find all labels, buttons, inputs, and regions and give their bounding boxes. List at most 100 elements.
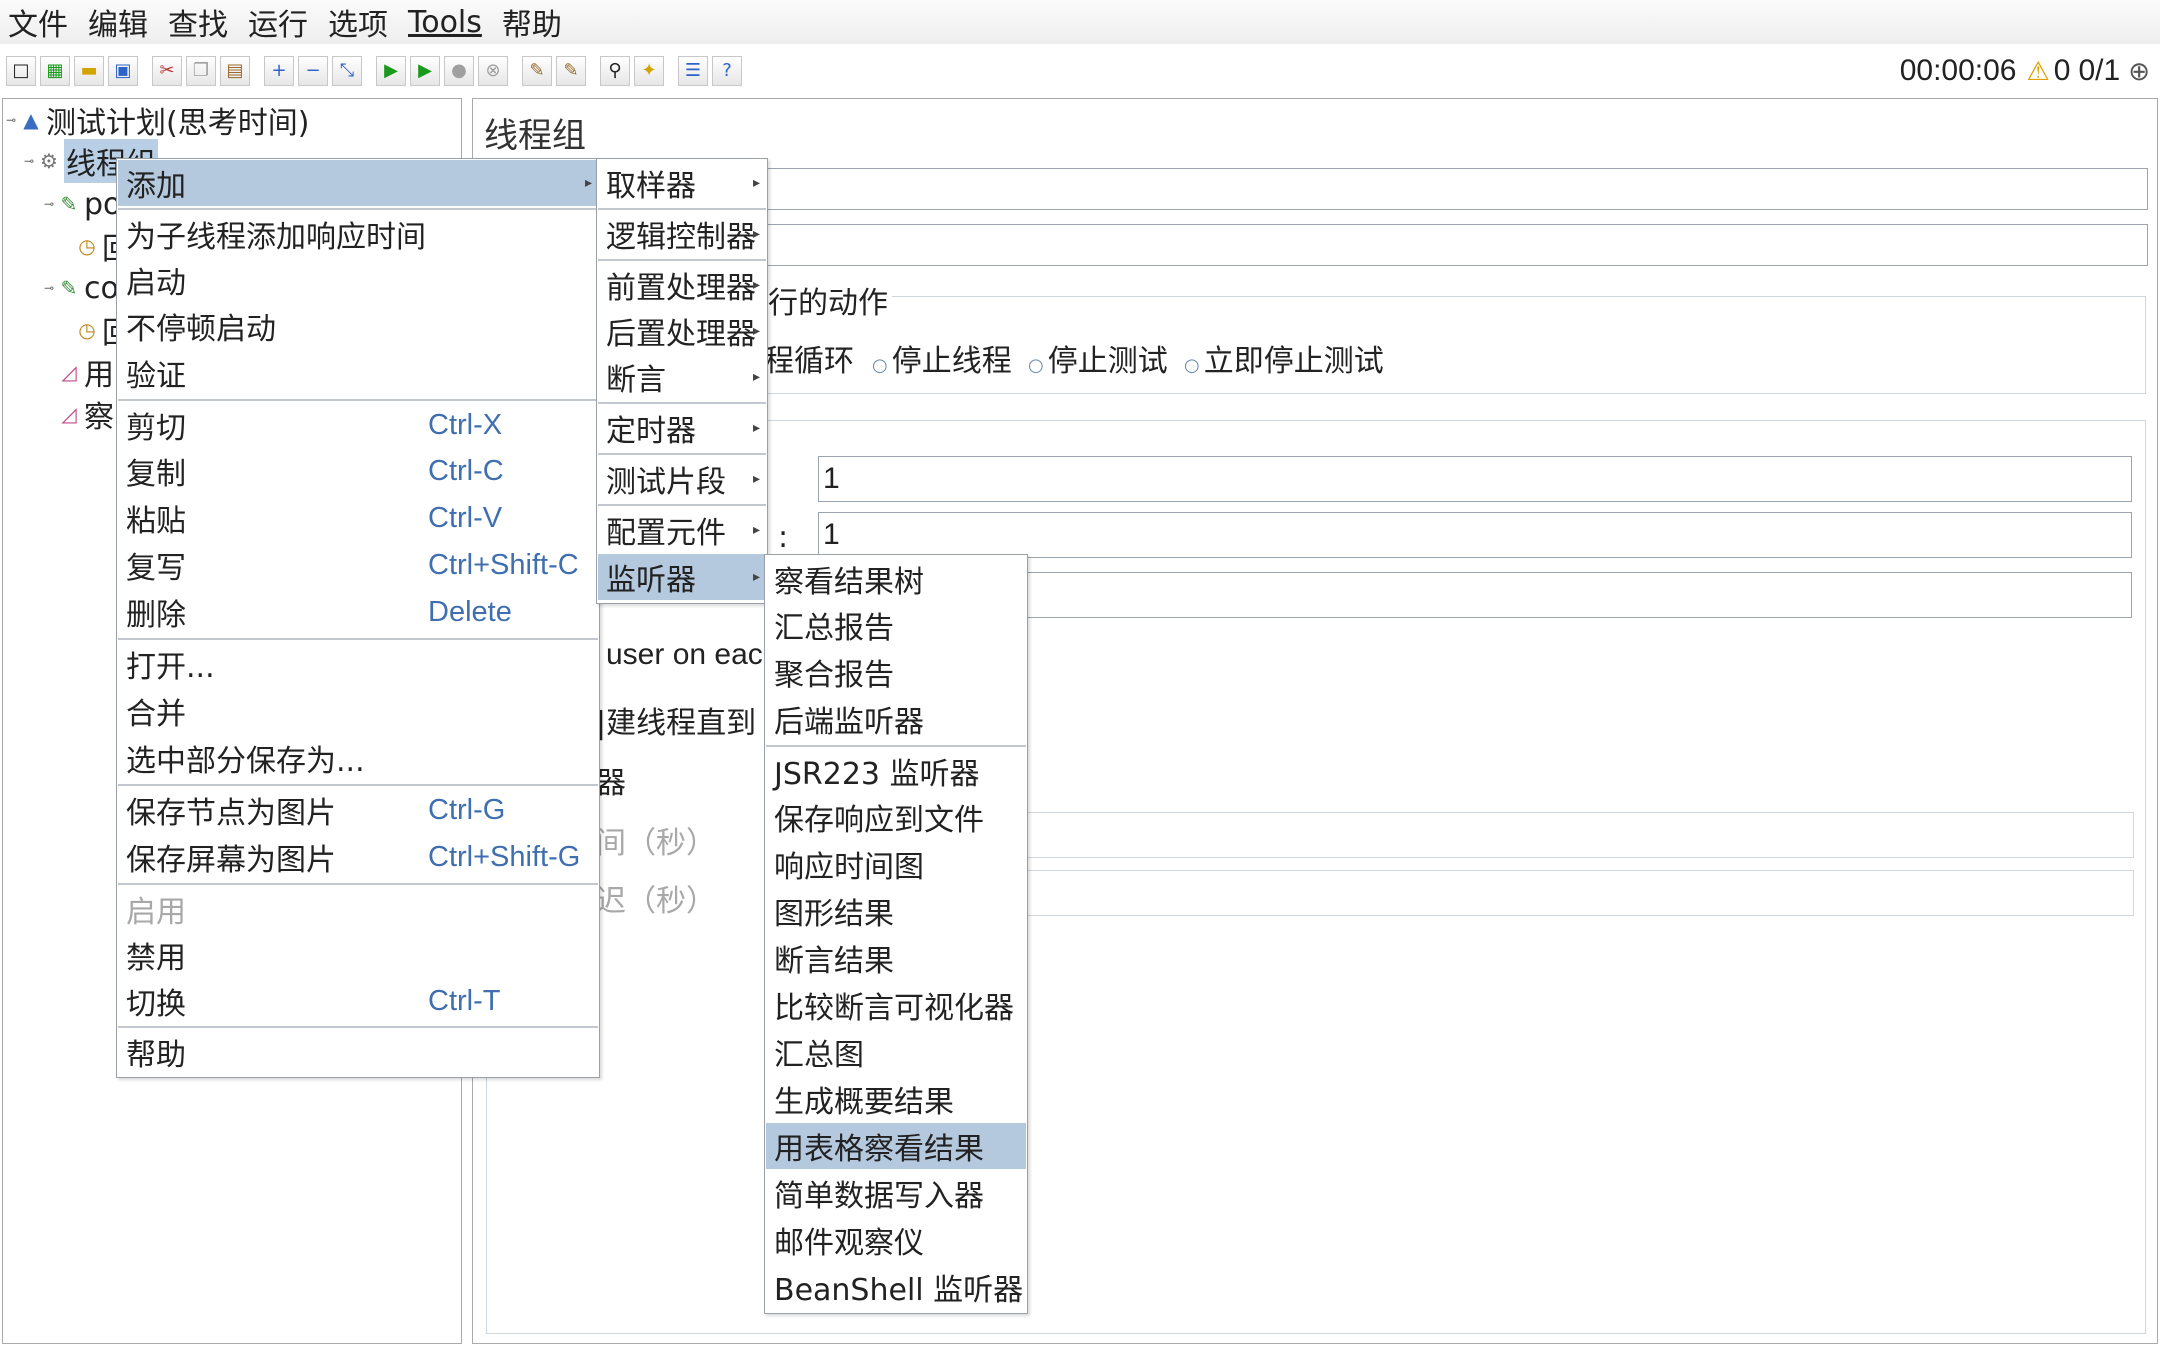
menu-item-view-results-table[interactable]: 用表格察看结果: [766, 1123, 1026, 1169]
menu-item-validate[interactable]: 验证: [118, 350, 598, 396]
menu-item-summary-graph[interactable]: 汇总图: [766, 1029, 1026, 1075]
duration-field[interactable]: [1024, 812, 2134, 858]
menu-tools[interactable]: Tools: [408, 5, 494, 40]
menu-item-sampler[interactable]: 取样器 ▸: [598, 160, 766, 206]
templates-icon[interactable]: ▦: [40, 56, 70, 86]
menu-item-pre-processor[interactable]: 前置处理器 ▸: [598, 262, 766, 308]
menu-item-start-no-pause[interactable]: 不停顿启动: [118, 303, 598, 349]
menu-item-copy[interactable]: 复制 Ctrl-C: [118, 448, 598, 494]
menu-item-aggregate-report[interactable]: 聚合报告: [766, 649, 1026, 695]
tree-node-test-plan[interactable]: ⊸ ▲ 测试计划(思考时间): [6, 100, 309, 141]
new-icon[interactable]: □: [6, 56, 36, 86]
tree-node-sampler-co[interactable]: ⊸ ✎ co: [44, 268, 119, 308]
menu-item-save-responses[interactable]: 保存响应到文件: [766, 794, 1026, 840]
toggle-icon[interactable]: ⤡: [332, 56, 362, 86]
menu-item-save-node-image[interactable]: 保存节点为图片 Ctrl-G: [118, 787, 598, 833]
menu-item-help[interactable]: 帮助: [118, 1029, 598, 1075]
startup-delay-field[interactable]: [1024, 870, 2134, 916]
menu-item-cut[interactable]: 剪切 Ctrl-X: [118, 402, 598, 448]
menu-item-merge[interactable]: 合并: [118, 688, 598, 734]
menu-item-open[interactable]: 打开...: [118, 641, 598, 687]
menu-item-shortcut: Ctrl+Shift-C: [428, 548, 579, 581]
search-icon[interactable]: ⚲: [600, 56, 630, 86]
menu-item-timer[interactable]: 定时器 ▸: [598, 405, 766, 451]
clear-all-icon[interactable]: ✎: [556, 56, 586, 86]
menu-item-summary-report[interactable]: 汇总报告: [766, 602, 1026, 648]
menu-item-disable[interactable]: 禁用: [118, 932, 598, 978]
same-user-checkbox-label[interactable]: user on eacl: [606, 638, 769, 672]
menu-item-post-processor[interactable]: 后置处理器 ▸: [598, 308, 766, 354]
open-icon[interactable]: ▬: [74, 56, 104, 86]
copy-icon[interactable]: ❐: [186, 56, 216, 86]
shutdown-icon[interactable]: ⊗: [478, 56, 508, 86]
menu-item-label: 选中部分保存为...: [126, 744, 365, 779]
menu-item-generate-summary-results[interactable]: 生成概要结果: [766, 1076, 1026, 1122]
loop-count-field[interactable]: [1024, 572, 2132, 618]
listener-icon: ◿: [61, 402, 77, 426]
menu-item-test-fragment[interactable]: 测试片段 ▸: [598, 456, 766, 502]
start-icon[interactable]: ▶: [376, 56, 406, 86]
paste-icon[interactable]: ▤: [220, 56, 250, 86]
menu-item-paste[interactable]: 粘贴 Ctrl-V: [118, 495, 598, 541]
name-field[interactable]: [752, 168, 2148, 210]
collapse-toggle-icon[interactable]: ⊸: [24, 154, 38, 168]
radio-stop-test[interactable]: ○ 停止测试: [1028, 336, 1168, 380]
clear-icon[interactable]: ✎: [522, 56, 552, 86]
menu-item-jsr223-listener[interactable]: JSR223 监听器: [766, 748, 1026, 794]
menu-item-add-think-time[interactable]: 为子线程添加响应时间: [118, 211, 598, 257]
start-no-pause-icon[interactable]: ▶: [410, 56, 440, 86]
radio-stop-thread[interactable]: ○ 停止线程: [872, 336, 1012, 380]
menu-item-start[interactable]: 启动: [118, 257, 598, 303]
stop-icon[interactable]: ●: [444, 56, 474, 86]
menu-item-comparison-assertion-visualizer[interactable]: 比较断言可视化器: [766, 982, 1026, 1028]
menu-options[interactable]: 选项: [328, 0, 400, 44]
save-icon[interactable]: ▣: [108, 56, 138, 86]
error-action-label: 行的动作: [764, 278, 892, 322]
radio-start-next-loop-label[interactable]: 程循环: [764, 336, 854, 380]
tree-node-listener-1[interactable]: ◿ 用: [58, 352, 114, 393]
delay-thread-creation-label[interactable]: |建线程直到: [596, 698, 756, 742]
menu-item-logic-controller[interactable]: 逻辑控制器 ▸: [598, 211, 766, 257]
menu-run[interactable]: 运行: [248, 0, 320, 44]
menu-item-assertion-results[interactable]: 断言结果: [766, 935, 1026, 981]
collapse-toggle-icon[interactable]: ⊸: [44, 281, 58, 295]
menu-item-assertion[interactable]: 断言 ▸: [598, 354, 766, 400]
comments-field[interactable]: [752, 224, 2148, 266]
scheduler-label[interactable]: 器: [596, 758, 626, 802]
menu-item-save-selection[interactable]: 选中部分保存为...: [118, 735, 598, 781]
ramp-up-field[interactable]: 1: [818, 512, 2132, 558]
collapse-icon[interactable]: −: [298, 56, 328, 86]
menu-edit[interactable]: 编辑: [88, 0, 160, 44]
menu-item-duplicate[interactable]: 复写 Ctrl+Shift-C: [118, 542, 598, 588]
reset-search-icon[interactable]: ✦: [634, 56, 664, 86]
menu-item-view-results-tree[interactable]: 察看结果树: [766, 556, 1026, 602]
menu-item-save-screen-image[interactable]: 保存屏幕为图片 Ctrl+Shift-G: [118, 834, 598, 880]
warning-icon[interactable]: ⚠: [2026, 56, 2049, 87]
number-of-threads-field[interactable]: 1: [818, 456, 2132, 502]
menu-item-listener[interactable]: 监听器 ▸: [598, 554, 766, 600]
cut-icon[interactable]: ✂: [152, 56, 182, 86]
function-helper-icon[interactable]: ☰: [678, 56, 708, 86]
menu-help[interactable]: 帮助: [502, 0, 574, 44]
listener-icon: ◿: [61, 360, 77, 384]
expand-icon[interactable]: +: [264, 56, 294, 86]
radio-stop-test-now[interactable]: ○ 立即停止测试: [1184, 336, 1384, 380]
menu-item-beanshell-listener[interactable]: BeanShell 监听器: [766, 1264, 1026, 1310]
menu-item-simple-data-writer[interactable]: 简单数据写入器: [766, 1170, 1026, 1216]
menu-item-add[interactable]: 添加 ▸: [118, 160, 598, 206]
menu-file[interactable]: 文件: [8, 0, 80, 44]
collapse-toggle-icon[interactable]: ⊸: [44, 197, 58, 211]
menu-item-response-time-graph[interactable]: 响应时间图: [766, 841, 1026, 887]
menu-item-delete[interactable]: 删除 Delete: [118, 589, 598, 635]
help-icon[interactable]: ?: [712, 56, 742, 86]
menu-item-graph-results[interactable]: 图形结果: [766, 888, 1026, 934]
menu-item-mailer-visualizer[interactable]: 邮件观察仪: [766, 1217, 1026, 1263]
menu-item-backend-listener[interactable]: 后端监听器: [766, 696, 1026, 742]
menu-item-toggle[interactable]: 切换 Ctrl-T: [118, 978, 598, 1024]
radio-icon: ○: [1028, 355, 1044, 376]
tree-node-listener-2[interactable]: ◿ 察: [58, 394, 114, 435]
menu-item-config-element[interactable]: 配置元件 ▸: [598, 507, 766, 553]
menu-search[interactable]: 查找: [168, 0, 240, 44]
tree-node-sampler-po[interactable]: ⊸ ✎ po: [44, 184, 121, 224]
collapse-toggle-icon[interactable]: ⊸: [6, 113, 20, 127]
